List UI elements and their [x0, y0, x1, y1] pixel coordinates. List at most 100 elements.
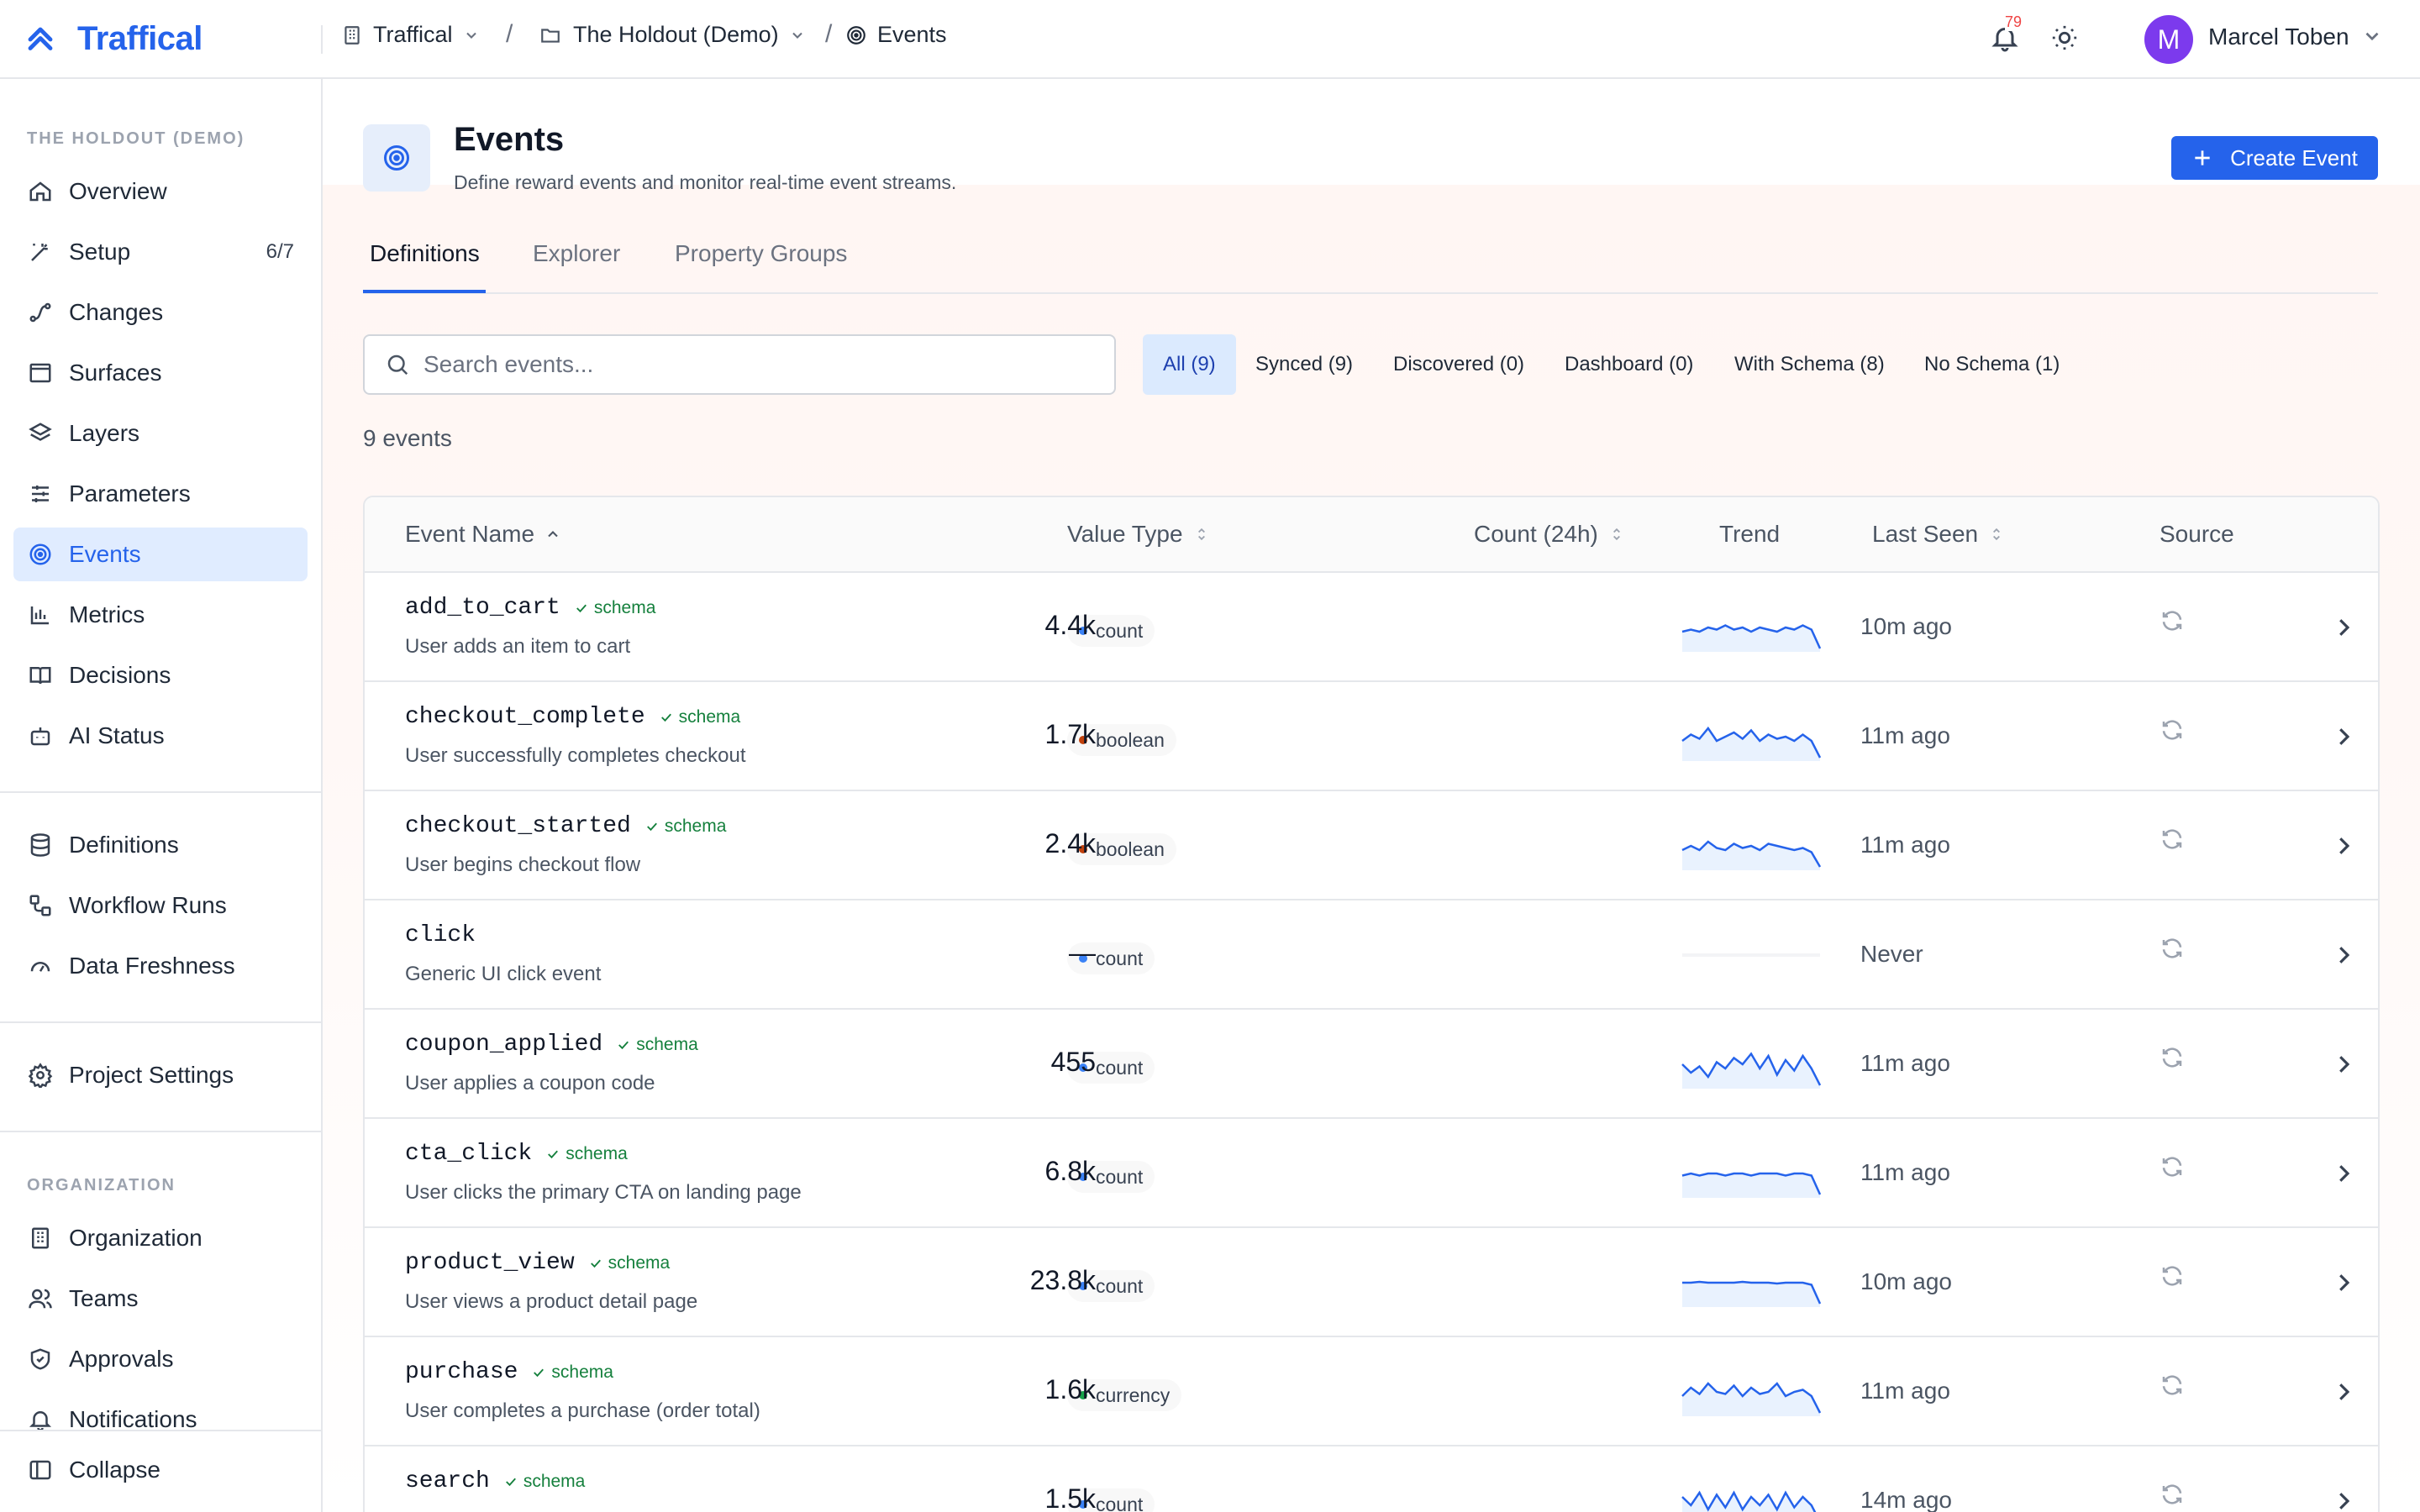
value-type-label: currency: [1096, 1383, 1171, 1406]
event-name-cell: checkout_complete schema: [405, 704, 740, 730]
tab-definitions[interactable]: Definitions: [370, 240, 480, 267]
chevron-right-icon[interactable]: [2331, 942, 2356, 972]
sidebar-item-workflow-runs[interactable]: Workflow Runs: [13, 879, 308, 932]
filter-synced[interactable]: Synced (9): [1235, 334, 1373, 395]
sidebar-item-ai-status[interactable]: AI Status: [13, 709, 308, 763]
sidebar-item-surfaces[interactable]: Surfaces: [13, 346, 308, 400]
chevron-right-icon[interactable]: [2331, 615, 2356, 644]
sidebar-item-label: Approvals: [69, 1346, 174, 1372]
tab-explorer[interactable]: Explorer: [533, 240, 620, 267]
tab-property-groups[interactable]: Property Groups: [675, 240, 847, 267]
chevron-right-icon[interactable]: [2331, 833, 2356, 863]
sort-ascending-icon: [548, 531, 558, 538]
avatar[interactable]: M: [2144, 15, 2193, 64]
schema-badge: schema: [545, 1144, 628, 1164]
breadcrumb-org[interactable]: Traffical: [341, 22, 480, 48]
sidebar-item-organization[interactable]: Organization: [13, 1211, 308, 1265]
table-row[interactable]: checkout_complete schema User successfully…: [365, 682, 2378, 791]
last-seen: 11m ago: [1860, 1159, 1950, 1185]
last-seen: 11m ago: [1860, 722, 1950, 748]
column-header-count[interactable]: Count (24h): [1474, 521, 1625, 548]
database-icon: [27, 832, 54, 858]
sidebar-item-events[interactable]: Events: [13, 528, 308, 581]
table-row[interactable]: search schema count 1.5k 14m ago: [365, 1446, 2378, 1512]
sliders-icon: [27, 480, 54, 507]
column-header-value-type[interactable]: Value Type: [1067, 521, 1210, 548]
check-icon: [548, 1150, 559, 1158]
trend-sparkline: [1681, 726, 1822, 761]
sidebar-item-overview[interactable]: Overview: [13, 165, 308, 218]
user-name[interactable]: Marcel Toben: [2208, 24, 2349, 50]
chevron-right-icon[interactable]: [2331, 1161, 2356, 1190]
last-seen: 11m ago: [1860, 1050, 1950, 1076]
sidebar-item-parameters[interactable]: Parameters: [13, 467, 308, 521]
table-row[interactable]: add_to_cart schema User adds an item to ca…: [365, 573, 2378, 682]
schema-label: schema: [678, 706, 741, 727]
search-box[interactable]: [363, 334, 1116, 395]
sidebar-item-metrics[interactable]: Metrics: [13, 588, 308, 642]
table-row[interactable]: purchase schema User completes a purchase …: [365, 1337, 2378, 1446]
sidebar-item-layers[interactable]: Layers: [13, 407, 308, 460]
logo[interactable]: Traffical: [25, 20, 203, 58]
create-event-label: Create Event: [2230, 144, 2358, 171]
sidebar-item-changes[interactable]: Changes: [13, 286, 308, 339]
filter-all[interactable]: All (9): [1143, 334, 1236, 395]
sidebar-item-setup[interactable]: Setup 6/7: [13, 225, 308, 279]
sidebar-section-title: THE HOLDOUT (DEMO): [27, 129, 245, 148]
table-row[interactable]: product_view schema User views a product d…: [365, 1228, 2378, 1337]
book-icon: [27, 662, 54, 689]
table-row[interactable]: coupon_applied schema User applies a coupo…: [365, 1010, 2378, 1119]
sidebar-item-project-settings[interactable]: Project Settings: [13, 1048, 308, 1102]
schema-label: schema: [523, 1471, 586, 1491]
event-name: search: [405, 1468, 490, 1494]
folder-icon: [541, 28, 560, 43]
sidebar-item-label: Changes: [69, 299, 164, 325]
column-header-event-name[interactable]: Event Name: [405, 521, 561, 548]
sidebar-item-approvals[interactable]: Approvals: [13, 1332, 308, 1386]
sidebar-item-definitions[interactable]: Definitions: [13, 818, 308, 872]
filter-with-schema[interactable]: With Schema (8): [1714, 334, 1905, 395]
sidebar-item-data-freshness[interactable]: Data Freshness: [13, 939, 308, 993]
chevron-right-icon[interactable]: [2331, 1270, 2356, 1299]
event-count: 23.8k: [1029, 1265, 1096, 1295]
gauge-icon: [27, 953, 54, 979]
sort-icon: [1612, 528, 1620, 541]
check-icon: [618, 1041, 629, 1049]
sidebar-item-decisions[interactable]: Decisions: [13, 648, 308, 702]
chevron-down-icon[interactable]: [2361, 25, 2383, 47]
sparkline-area: [1682, 1282, 1820, 1307]
schema-badge: schema: [644, 816, 726, 837]
trend-sparkline: [1681, 1490, 1817, 1512]
search-input[interactable]: [424, 351, 1096, 378]
theme-toggle[interactable]: [2050, 24, 2079, 56]
column-header-label: Last Seen: [1872, 521, 1979, 547]
sidebar-item-label: Definitions: [69, 832, 179, 858]
sidebar-divider: [0, 1021, 321, 1023]
workflow-icon: [27, 892, 54, 919]
filter-no-schema[interactable]: No Schema (1): [1904, 334, 2080, 395]
table-row[interactable]: click Generic UI click event count — Never: [365, 900, 2378, 1010]
filter-dashboard[interactable]: Dashboard (0): [1544, 334, 1713, 395]
chevron-right-icon[interactable]: [2331, 1052, 2356, 1081]
breadcrumb-project[interactable]: The Holdout (Demo): [538, 22, 806, 48]
sync-source-icon: [2160, 1263, 2185, 1293]
schema-label: schema: [608, 1252, 671, 1273]
table-row[interactable]: checkout_started schema User begins checko…: [365, 791, 2378, 900]
filter-discovered[interactable]: Discovered (0): [1373, 334, 1544, 395]
event-count: 4.4k: [1044, 610, 1096, 640]
create-event-button[interactable]: Create Event: [2171, 136, 2378, 180]
event-description: User begins checkout flow: [405, 853, 641, 876]
event-name: purchase: [405, 1359, 518, 1385]
column-header-trend: Trend: [1719, 521, 1780, 548]
table-row[interactable]: cta_click schema User clicks the primary C…: [365, 1119, 2378, 1228]
breadcrumb-separator: /: [506, 20, 513, 48]
chevron-right-icon[interactable]: [2331, 1488, 2356, 1512]
column-header-last-seen[interactable]: Last Seen: [1872, 521, 2005, 548]
chevron-right-icon[interactable]: [2331, 1379, 2356, 1409]
event-name-cell: cta_click schema: [405, 1141, 628, 1167]
chevron-right-icon[interactable]: [2331, 724, 2356, 753]
last-seen: 10m ago: [1860, 613, 1952, 639]
sidebar-item-teams[interactable]: Teams: [13, 1272, 308, 1326]
sidebar-collapse-icon: [27, 1457, 54, 1483]
collapse-button[interactable]: Collapse: [13, 1443, 308, 1497]
